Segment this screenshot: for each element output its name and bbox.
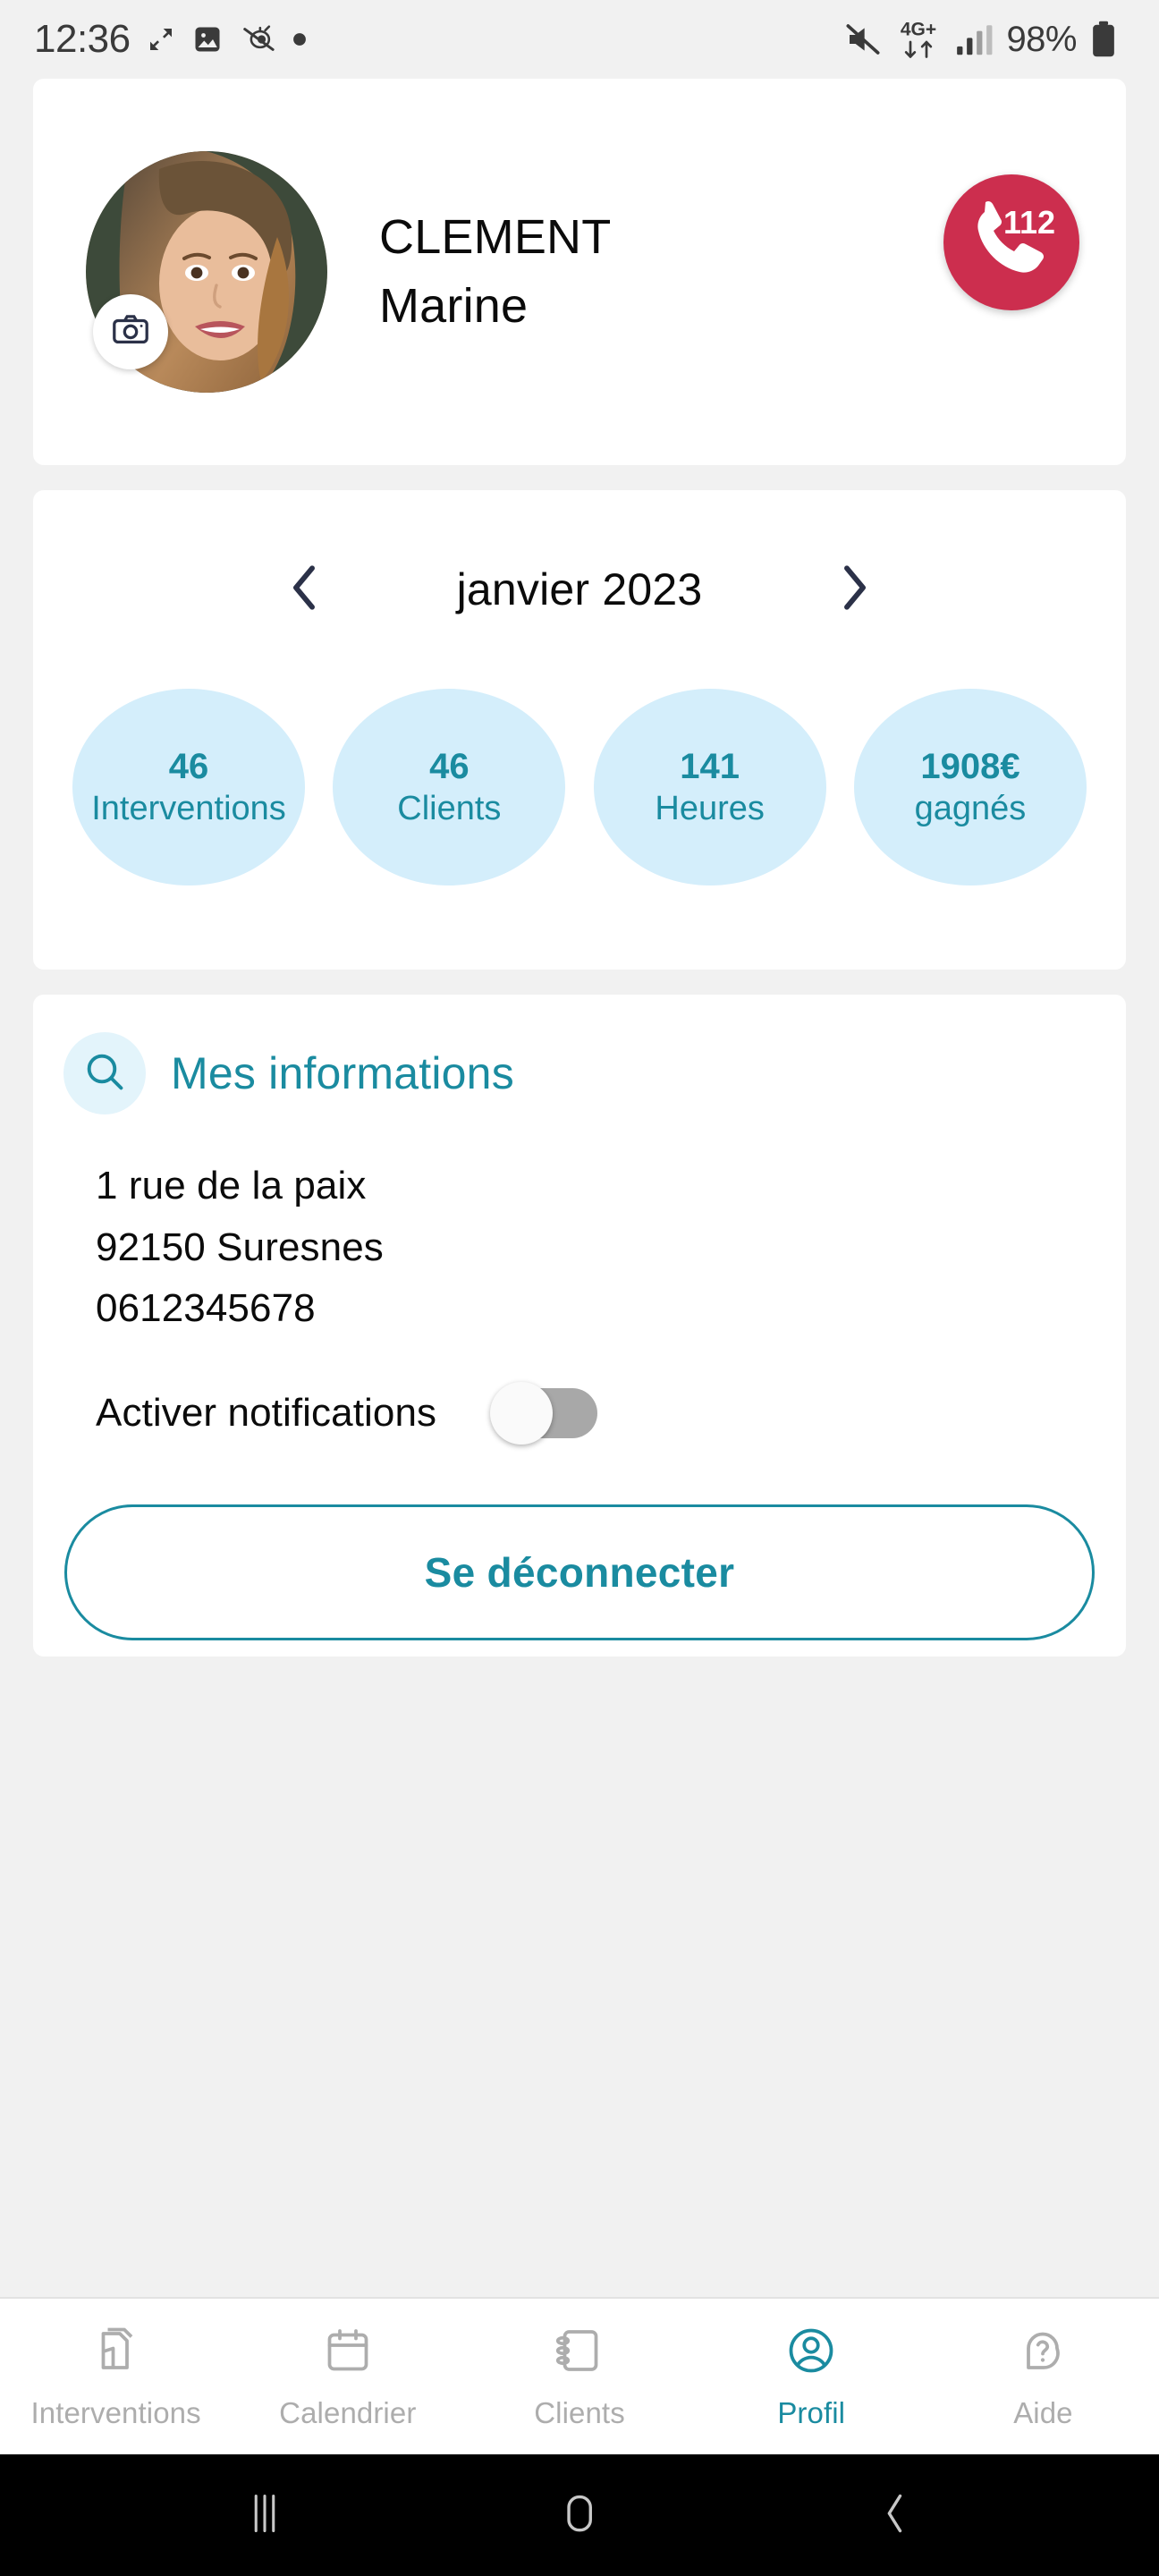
chevron-left-icon <box>284 562 324 618</box>
avatar-wrapper[interactable] <box>86 151 327 393</box>
documents-icon <box>89 2324 143 2382</box>
month-navigator: janvier 2023 <box>56 490 1103 689</box>
battery-percent: 98% <box>1006 19 1077 59</box>
status-bar-right: 4G+ 98% <box>843 15 1118 64</box>
notifications-label: Activer notifications <box>96 1390 437 1435</box>
battery-icon <box>1089 20 1118 59</box>
chevron-right-icon <box>835 562 875 618</box>
phone-screen: 12:36 4G+ 98% CLEMENT Marine 112 janvier… <box>0 0 1159 2576</box>
info-address-city: 92150 Suresnes <box>96 1224 384 1269</box>
info-title: Mes informations <box>171 1048 514 1098</box>
stat-value: 46 <box>168 746 209 786</box>
current-month-label: janvier 2023 <box>456 564 703 614</box>
profile-card: CLEMENT Marine 112 <box>33 79 1126 465</box>
tab-aide[interactable]: Aide <box>927 2299 1159 2454</box>
status-bar: 12:36 4G+ 98% <box>0 0 1159 79</box>
notifications-toggle[interactable] <box>490 1381 598 1445</box>
info-header: Mes informations <box>63 1032 1096 1114</box>
image-icon <box>191 23 224 55</box>
tab-label: Calendrier <box>279 2395 417 2429</box>
info-address-street: 1 rue de la paix <box>96 1164 367 1208</box>
stat-bubbles: 46 Interventions 46 Clients 141 Heures 1… <box>56 689 1103 886</box>
stat-value: 141 <box>680 746 740 786</box>
address-book-icon <box>553 2324 606 2382</box>
search-icon <box>81 1048 128 1099</box>
phone-icon: 112 <box>977 200 1055 273</box>
change-photo-button[interactable] <box>93 294 168 369</box>
notifications-row: Activer notifications <box>63 1381 1096 1445</box>
info-phone: 0612345678 <box>96 1286 316 1331</box>
stat-value: 1908€ <box>920 746 1020 786</box>
tab-interventions[interactable]: Interventions <box>0 2299 232 2454</box>
user-circle-icon <box>784 2324 838 2382</box>
stat-label: Interventions <box>91 789 286 827</box>
info-card: Mes informations 1 rue de la paix 92150 … <box>33 995 1126 1657</box>
stat-bubble-heures[interactable]: 141 Heures <box>593 689 826 886</box>
network-4gplus-icon: 4G+ <box>895 15 942 64</box>
volume-mute-icon <box>843 21 883 57</box>
tab-label: Profil <box>777 2395 846 2429</box>
tab-calendrier[interactable]: Calendrier <box>232 2299 463 2454</box>
signal-bars-icon <box>954 21 994 57</box>
stat-bubble-interventions[interactable]: 46 Interventions <box>72 689 305 886</box>
help-question-icon <box>1016 2324 1070 2382</box>
resize-icon <box>147 24 175 55</box>
stat-bubble-clients[interactable]: 46 Clients <box>333 689 566 886</box>
stats-card: janvier 2023 46 Interventions 46 Clients… <box>33 490 1126 970</box>
status-bar-left: 12:36 <box>34 17 308 62</box>
back-icon <box>876 2490 912 2541</box>
recents-button[interactable] <box>211 2470 318 2560</box>
home-button[interactable] <box>526 2470 633 2560</box>
prev-month-button[interactable] <box>261 547 347 632</box>
logout-label: Se déconnecter <box>424 1548 735 1596</box>
stat-label: gagnés <box>914 789 1027 827</box>
search-icon-circle[interactable] <box>63 1032 146 1114</box>
recents-icon <box>247 2490 283 2541</box>
emergency-call-button[interactable]: 112 <box>943 174 1079 310</box>
main-content: CLEMENT Marine 112 janvier 2023 46 Inter… <box>0 79 1159 2297</box>
svg-text:4G+: 4G+ <box>901 20 936 40</box>
next-month-button[interactable] <box>812 547 898 632</box>
dot-icon <box>292 31 308 47</box>
tab-clients[interactable]: Clients <box>463 2299 695 2454</box>
toggle-knob <box>490 1381 554 1445</box>
camera-icon <box>110 309 151 355</box>
tab-profil[interactable]: Profil <box>696 2299 927 2454</box>
tab-label: Interventions <box>30 2395 201 2429</box>
android-nav-bar <box>0 2454 1159 2576</box>
tab-label: Aide <box>1013 2395 1073 2429</box>
stat-label: Heures <box>655 789 765 827</box>
mute-bell-icon <box>240 23 275 55</box>
status-clock: 12:36 <box>34 17 131 61</box>
tab-label: Clients <box>534 2395 625 2429</box>
stat-value: 46 <box>429 746 470 786</box>
logout-button[interactable]: Se déconnecter <box>64 1504 1095 1640</box>
stat-label: Clients <box>397 789 502 827</box>
bottom-tab-bar: Interventions Calendrier Clients Profil … <box>0 2297 1159 2454</box>
back-button[interactable] <box>841 2470 948 2560</box>
stat-bubble-gagnes[interactable]: 1908€ gagnés <box>853 689 1087 886</box>
home-icon <box>561 2490 598 2541</box>
info-lines: 1 rue de la paix 92150 Suresnes 06123456… <box>63 1156 1096 1340</box>
emergency-number: 112 <box>1003 204 1055 241</box>
calendar-icon <box>321 2324 375 2382</box>
